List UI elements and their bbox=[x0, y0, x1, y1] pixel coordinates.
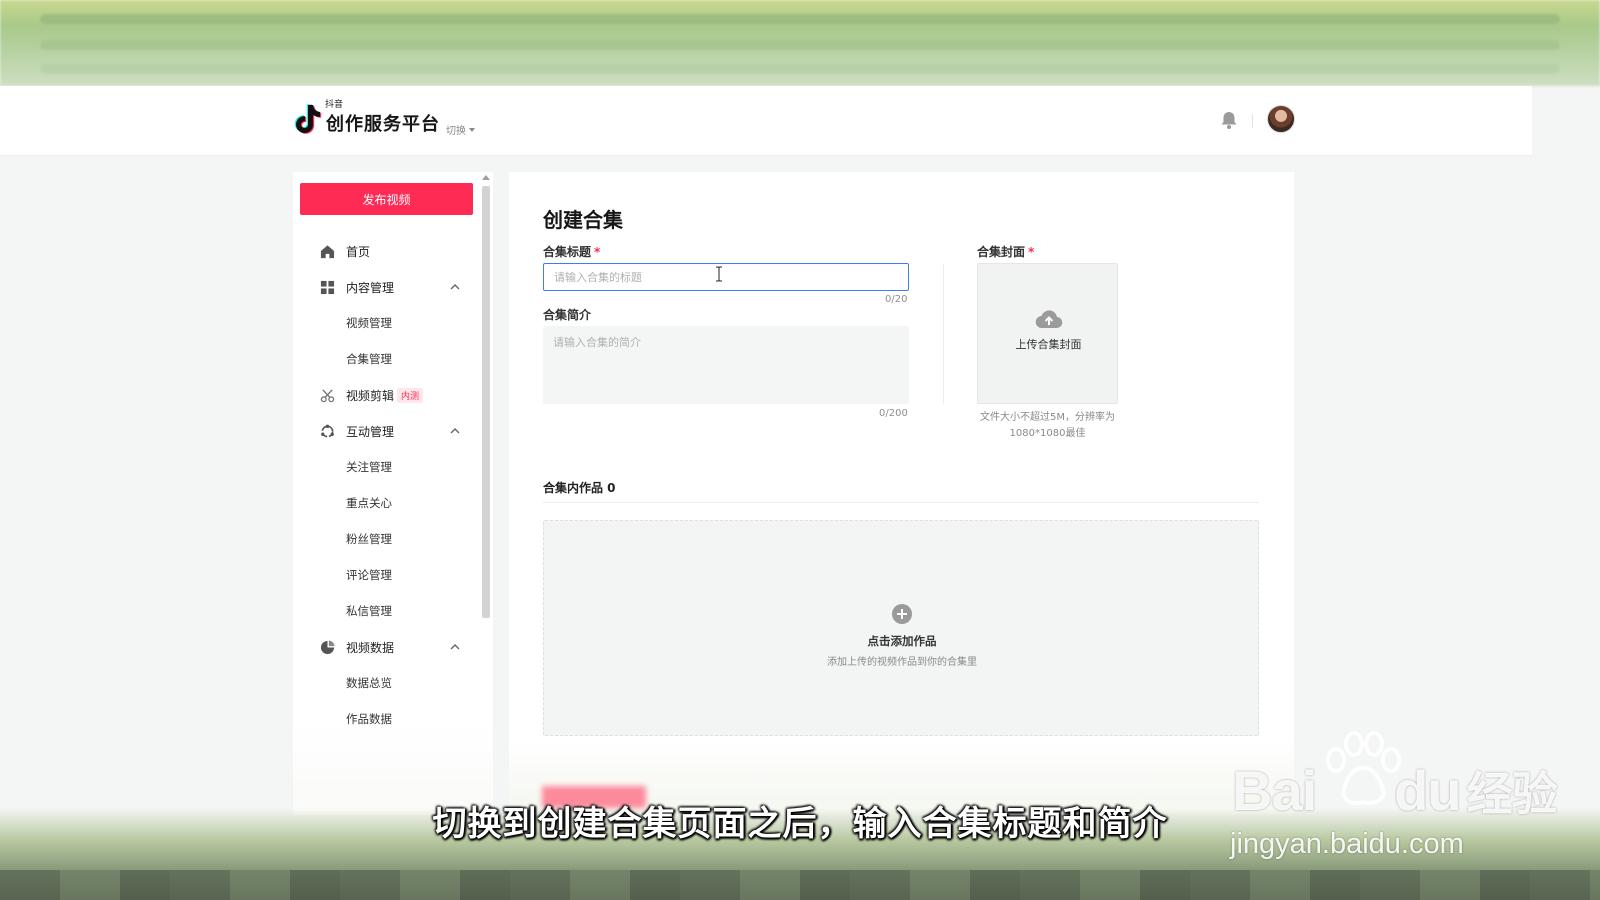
add-works-label: 点击添加作品 bbox=[867, 634, 937, 648]
title-label: 合集标题 * bbox=[543, 243, 600, 260]
title-counter: 0/20 bbox=[885, 294, 908, 305]
cover-hint-line: 1080*1080最佳 bbox=[1009, 428, 1086, 439]
blur-band bbox=[40, 14, 1560, 24]
chevron-up-icon bbox=[450, 428, 460, 434]
blur-band bbox=[40, 40, 1560, 50]
collection-title-input[interactable] bbox=[543, 263, 909, 291]
sidebar-item-label: 数据总览 bbox=[346, 676, 392, 690]
sidebar-item-follow-management[interactable]: 关注管理 bbox=[293, 452, 473, 482]
cloud-upload-icon bbox=[1035, 310, 1063, 329]
sidebar-item-label: 合集管理 bbox=[346, 352, 392, 366]
intro-counter: 0/200 bbox=[879, 408, 908, 419]
sidebar-item-label: 互动管理 bbox=[346, 424, 395, 439]
section-divider bbox=[543, 502, 1259, 503]
watermark-du: du bbox=[1394, 759, 1461, 822]
sidebar-item-label: 粉丝管理 bbox=[346, 532, 392, 546]
sidebar-item-fans-management[interactable]: 粉丝管理 bbox=[293, 524, 473, 554]
sidebar-item-comment-management[interactable]: 评论管理 bbox=[293, 560, 473, 590]
sidebar-item-label: 评论管理 bbox=[346, 568, 392, 582]
plus-circle-icon bbox=[892, 604, 912, 624]
pie-chart-icon bbox=[320, 639, 335, 654]
sidebar-item-video-management[interactable]: 视频管理 bbox=[293, 308, 473, 338]
cover-hint: 文件大小不超过5M，分辨率为 1080*1080最佳 bbox=[977, 410, 1118, 442]
add-works-area[interactable]: 点击添加作品 添加上传的视频作品到你的合集里 bbox=[543, 520, 1259, 736]
add-works-hint: 添加上传的视频作品到你的合集里 bbox=[827, 657, 977, 668]
required-mark: * bbox=[1028, 245, 1035, 259]
watermark-cn: 经验 bbox=[1466, 767, 1558, 821]
title-label-text: 合集标题 bbox=[543, 245, 592, 259]
sidebar-item-label: 关注管理 bbox=[346, 460, 392, 474]
sidebar-item-label: 视频数据 bbox=[346, 640, 395, 655]
sidebar-item-label: 重点关心 bbox=[346, 496, 392, 510]
logo[interactable]: 抖音 创作服务平台 bbox=[292, 100, 440, 136]
sidebar-item-label: 首页 bbox=[346, 244, 371, 259]
collection-works-label: 合集内作品 0 bbox=[543, 481, 616, 495]
blurred-taskbar bbox=[0, 870, 1600, 900]
home-icon bbox=[320, 244, 335, 258]
sidebar-item-video-editing[interactable]: 视频剪辑 内测 bbox=[293, 380, 473, 410]
cover-hint-line: 文件大小不超过5M，分辨率为 bbox=[980, 412, 1115, 423]
collection-intro-textarea[interactable] bbox=[543, 326, 909, 404]
upload-cover-label: 上传合集封面 bbox=[1015, 338, 1082, 351]
sidebar-item-video-data[interactable]: 视频数据 bbox=[293, 632, 473, 662]
interaction-icon bbox=[321, 424, 334, 437]
sidebar-item-home[interactable]: 首页 bbox=[293, 236, 473, 266]
sidebar-item-data-overview[interactable]: 数据总览 bbox=[293, 668, 473, 698]
chevron-up-icon bbox=[450, 644, 460, 650]
logo-title: 创作服务平台 bbox=[326, 114, 440, 135]
publish-video-button[interactable]: 发布视频 bbox=[300, 183, 473, 215]
intro-label: 合集简介 bbox=[543, 308, 592, 322]
switch-platform-dropdown[interactable]: 切换 bbox=[446, 122, 476, 137]
scroll-up-arrow[interactable] bbox=[482, 175, 490, 180]
grid-icon bbox=[320, 280, 335, 294]
sidebar-item-label: 私信管理 bbox=[346, 604, 392, 618]
upload-cover-button[interactable]: 上传合集封面 bbox=[977, 263, 1118, 404]
sidebar-item-collection-management[interactable]: 合集管理 bbox=[293, 344, 473, 374]
bell-icon[interactable] bbox=[1220, 110, 1238, 130]
scissors-icon bbox=[320, 388, 335, 402]
header-divider bbox=[1252, 114, 1253, 128]
watermark-url: jingyan.baidu.com bbox=[1230, 828, 1464, 860]
sidebar-item-message-management[interactable]: 私信管理 bbox=[293, 596, 473, 626]
watermark-bai: Bai bbox=[1232, 759, 1317, 822]
text-cursor-icon bbox=[716, 266, 722, 282]
chevron-up-icon bbox=[450, 284, 460, 290]
sidebar-item-interaction-management[interactable]: 互动管理 bbox=[293, 416, 473, 446]
form-divider bbox=[943, 264, 944, 404]
switch-label: 切换 bbox=[446, 126, 466, 137]
cover-label-text: 合集封面 bbox=[977, 245, 1026, 259]
blur-band bbox=[40, 64, 1560, 74]
create-collection-card: 创建合集 合集标题* 0/20 合集简介 0/200 合集封面* 上传合集封面 … bbox=[509, 172, 1294, 797]
sidebar-item-label: 视频管理 bbox=[346, 316, 392, 330]
sidebar-item-label: 视频剪辑 bbox=[346, 388, 395, 403]
sidebar-item-key-care[interactable]: 重点关心 bbox=[293, 488, 473, 518]
cover-label: 合集封面 * bbox=[977, 243, 1034, 260]
tiktok-note-icon bbox=[294, 104, 322, 134]
sidebar-item-label: 内容管理 bbox=[346, 280, 395, 295]
page-title: 创建合集 bbox=[543, 208, 623, 232]
blurred-desktop-top bbox=[0, 0, 1600, 86]
sidebar-item-content-management[interactable]: 内容管理 bbox=[293, 272, 473, 302]
top-header: 抖音 创作服务平台 切换 bbox=[0, 86, 1532, 156]
user-avatar[interactable] bbox=[1267, 105, 1295, 133]
logo-small-text: 抖音 bbox=[325, 100, 344, 110]
sidebar-scrollbar-thumb[interactable] bbox=[482, 186, 490, 618]
beta-badge: 内测 bbox=[397, 387, 424, 403]
caret-down-icon bbox=[469, 127, 475, 132]
baidu-jingyan-watermark: Bai du 经验 bbox=[1232, 758, 1558, 824]
required-mark: * bbox=[594, 245, 601, 259]
sidebar: 发布视频 首页 内容管理 视频管理 合集管理 视频剪辑 内测 互动管理 关注管理… bbox=[293, 172, 493, 812]
